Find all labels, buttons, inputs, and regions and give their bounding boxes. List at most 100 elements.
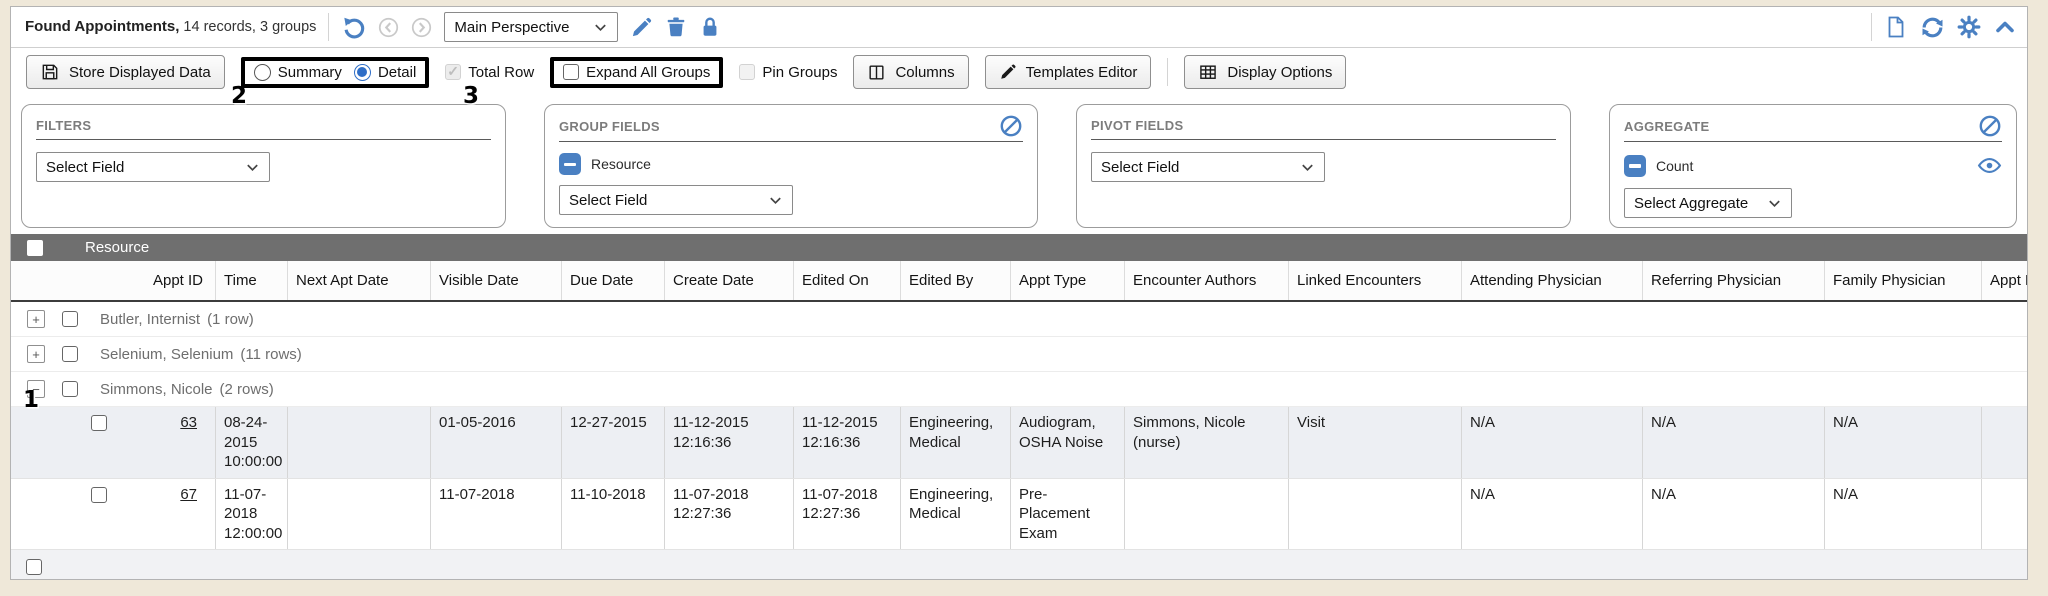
toolbar: Store Displayed Data Summary Detail Tota… [11,48,2027,96]
group-field-select[interactable]: Select Field [559,185,793,215]
column-header-referring-physician[interactable]: Referring Physician [1643,261,1825,300]
clear-group-fields-icon[interactable] [999,114,1023,138]
gear-icon[interactable] [1957,15,1981,39]
filters-panel-header: FILTERS [36,114,491,140]
group-row-selenium: + Selenium, Selenium (11 rows) [11,337,2027,372]
summary-radio[interactable]: Summary [254,64,342,81]
page-title-text: Found Appointments, [25,18,179,35]
edited-by-cell: Engineering, Medical [901,407,1011,478]
visible-date-cell: 01-05-2016 [431,407,562,478]
linked-encounters-cell [1289,479,1462,550]
group-checkbox[interactable] [62,381,78,397]
expand-group-icon[interactable]: + [27,310,45,328]
lock-perspective-icon[interactable] [699,16,721,38]
column-header-linked-encounters[interactable]: Linked Encounters [1289,261,1462,300]
filters-panel: FILTERS Select Field [21,104,506,228]
filters-field-select[interactable]: Select Field [36,152,270,182]
store-displayed-data-button[interactable]: Store Displayed Data [26,55,225,89]
annotation-step-3: 3 [463,83,479,109]
column-header-family-physician[interactable]: Family Physician [1825,261,1982,300]
checkbox-icon[interactable] [563,64,579,80]
expand-group-icon[interactable]: + [27,345,45,363]
aggregate-item: Count [1624,155,1693,177]
column-header-encounter-authors[interactable]: Encounter Authors [1125,261,1289,300]
row-checkbox[interactable] [91,415,107,431]
column-header-appt-type[interactable]: Appt Type [1011,261,1125,300]
prev-perspective-icon[interactable] [378,17,399,38]
aggregate-select[interactable]: Select Aggregate [1624,188,1792,218]
header-bar: Found Appointments,14 records, 3 groups … [11,7,2027,48]
group-fields-panel-header: GROUP FIELDS [559,114,1023,142]
edit-perspective-icon[interactable] [630,16,653,39]
remove-aggregate-icon[interactable] [1624,155,1646,177]
chevron-down-icon [245,160,260,175]
column-header-appt-reason[interactable]: Appt Re [1982,261,2028,300]
footer-row [11,550,2027,580]
column-header-edited-on[interactable]: Edited On [794,261,901,300]
total-row-checkbox[interactable]: Total Row [445,64,534,81]
edited-by-cell: Engineering, Medical [901,479,1011,550]
column-header-time[interactable]: Time [216,261,288,300]
grid-icon [1198,62,1218,82]
checkbox-disabled-icon[interactable] [739,64,755,80]
visible-date-cell: 11-07-2018 [431,479,562,550]
remove-field-icon[interactable] [559,153,581,175]
checkbox-checked-disabled-icon[interactable] [445,64,461,80]
refresh-icon[interactable] [1920,15,1945,40]
family-physician-cell: N/A [1825,407,1982,478]
appt-id-link[interactable]: 63 [180,413,197,433]
chevron-down-icon [1300,160,1315,175]
family-physician-cell: N/A [1825,479,1982,550]
annotation-box-2: Summary Detail [241,57,430,88]
columns-button[interactable]: Columns [853,55,968,89]
new-document-icon[interactable] [1884,15,1908,39]
chevron-down-icon [1767,196,1782,211]
row-checkbox[interactable] [91,487,107,503]
pin-groups-checkbox[interactable]: Pin Groups [739,64,837,81]
column-header-due-date[interactable]: Due Date [562,261,665,300]
column-header-edited-by[interactable]: Edited By [901,261,1011,300]
display-options-button[interactable]: Display Options [1184,55,1346,89]
annotation-step-1: 1 [23,387,39,413]
appt-id-link[interactable]: 67 [180,485,197,505]
eye-icon[interactable] [1977,153,2002,178]
templates-editor-button[interactable]: Templates Editor [985,55,1152,89]
clear-aggregate-icon[interactable] [1978,114,2002,138]
divider [1871,13,1872,41]
column-header-next-apt-date[interactable]: Next Apt Date [288,261,431,300]
annotation-box-3: Expand All Groups [550,57,723,88]
group-field-item: Resource [559,153,1023,175]
column-header-attending-physician[interactable]: Attending Physician [1462,261,1643,300]
collapse-panel-icon[interactable] [1993,15,2017,39]
next-apt-date-cell [288,479,431,550]
expand-all-groups-checkbox[interactable]: Expand All Groups [563,64,710,81]
next-perspective-icon[interactable] [411,17,432,38]
radio-selected-icon[interactable] [354,64,371,81]
chevron-down-icon [768,193,783,208]
delete-perspective-icon[interactable] [665,16,687,38]
column-header-appt-id[interactable]: Appt ID [11,261,216,300]
column-header-row: Appt ID Time Next Apt Date Visible Date … [11,261,2027,302]
column-header-visible-date[interactable]: Visible Date [431,261,562,300]
detail-radio-label: Detail [378,64,416,81]
footer-checkbox[interactable] [26,559,42,575]
due-date-cell: 12-27-2015 [562,407,665,478]
appt-reason-cell [1982,479,2028,550]
select-all-checkbox[interactable] [27,240,43,256]
templates-editor-label: Templates Editor [1026,64,1138,81]
detail-radio[interactable]: Detail [354,64,416,81]
perspective-select-value: Main Perspective [454,19,569,36]
group-field-select-value: Select Field [569,192,647,209]
group-checkbox[interactable] [62,346,78,362]
table-row: 63 08-24-2015 10:00:00 01-05-2016 12-27-… [11,407,2027,479]
pivot-field-select[interactable]: Select Field [1091,152,1325,182]
group-fields-panel: GROUP FIELDS Resource Select Field [544,104,1038,228]
group-checkbox[interactable] [62,311,78,327]
filters-title: FILTERS [36,118,91,133]
undo-icon[interactable] [341,15,366,40]
annotation-step-2: 2 [231,83,247,109]
perspective-select[interactable]: Main Perspective [444,12,618,42]
radio-icon[interactable] [254,64,271,81]
column-header-create-date[interactable]: Create Date [665,261,794,300]
total-row-label: Total Row [468,64,534,81]
